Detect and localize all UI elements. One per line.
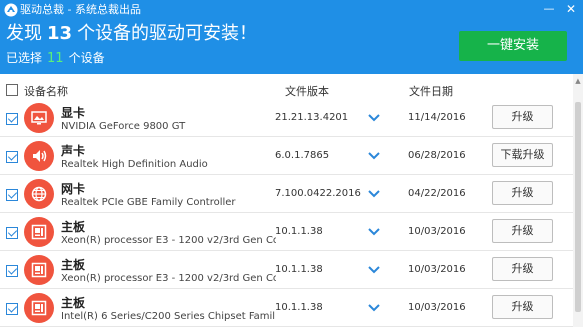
scroll-up-arrow-icon[interactable]: ▲ xyxy=(574,76,582,86)
device-category: 主板 xyxy=(61,296,86,310)
scroll-thumb[interactable] xyxy=(575,102,581,312)
vertical-scrollbar[interactable]: ▲ xyxy=(573,74,583,327)
row-checkbox[interactable] xyxy=(6,151,18,163)
chevron-down-icon[interactable] xyxy=(367,303,381,313)
select-all-checkbox[interactable] xyxy=(6,84,18,96)
device-category: 声卡 xyxy=(61,144,86,158)
upgrade-button[interactable]: 升级 xyxy=(492,105,553,129)
row-checkbox[interactable] xyxy=(6,189,18,201)
selected-prefix: 已选择 xyxy=(6,51,43,65)
table-row: 主板 Xeon(R) processor E3 - 1200 v2/3rd Ge… xyxy=(0,214,573,251)
speaker-icon xyxy=(24,141,54,171)
monitor-icon xyxy=(24,103,54,133)
chevron-down-icon[interactable] xyxy=(367,189,381,199)
column-file-date: 文件日期 xyxy=(409,85,453,98)
motherboard-icon xyxy=(24,217,54,247)
upgrade-button[interactable]: 升级 xyxy=(492,219,553,243)
device-model: Xeon(R) processor E3 - 1200 v2/3rd Gen C… xyxy=(61,273,276,284)
headline-prefix: 发现 xyxy=(6,23,42,44)
file-date: 06/28/2016 xyxy=(408,150,466,161)
minimize-button[interactable]: — xyxy=(538,0,560,18)
device-category: 主板 xyxy=(61,220,86,234)
selected-summary: 已选择 11 个设备 xyxy=(6,49,105,68)
chevron-down-icon[interactable] xyxy=(367,113,381,123)
headline-suffix: 个设备的驱动可安装！ xyxy=(77,23,258,44)
motherboard-icon xyxy=(24,293,54,323)
device-model: NVIDIA GeForce 9800 GT xyxy=(61,121,186,132)
headline: 发现 13 个设备的驱动可安装！ xyxy=(6,21,257,47)
file-version: 10.1.1.38 xyxy=(275,226,323,237)
selected-suffix: 个设备 xyxy=(68,51,105,65)
upgrade-button[interactable]: 升级 xyxy=(492,257,553,281)
device-model: Realtek High Definition Audio xyxy=(61,159,208,170)
file-version: 21.21.13.4201 xyxy=(275,112,349,123)
table-row: 主板 Intel(R) 6 Series/C200 Series Chipset… xyxy=(0,290,573,327)
row-checkbox[interactable] xyxy=(6,303,18,315)
table-row: 显卡 NVIDIA GeForce 9800 GT 21.21.13.4201 … xyxy=(0,100,573,137)
driver-logo-icon xyxy=(4,3,18,17)
device-category: 主板 xyxy=(61,258,86,272)
column-device-name: 设备名称 xyxy=(24,85,68,98)
file-date: 04/22/2016 xyxy=(408,188,466,199)
device-count: 13 xyxy=(47,23,73,44)
device-list: 显卡 NVIDIA GeForce 9800 GT 21.21.13.4201 … xyxy=(0,100,573,327)
table-row: 声卡 Realtek High Definition Audio 6.0.1.7… xyxy=(0,138,573,175)
device-model: Intel(R) 6 Series/C200 Series Chipset Fa… xyxy=(61,311,276,322)
file-date: 10/03/2016 xyxy=(408,226,466,237)
file-version: 7.100.0422.2016 xyxy=(275,188,361,199)
chevron-down-icon[interactable] xyxy=(367,227,381,237)
chevron-down-icon[interactable] xyxy=(367,265,381,275)
table-row: 主板 Xeon(R) processor E3 - 1200 v2/3rd Ge… xyxy=(0,252,573,289)
file-date: 11/14/2016 xyxy=(408,112,466,123)
file-date: 10/03/2016 xyxy=(408,302,466,313)
upgrade-button[interactable]: 升级 xyxy=(492,295,553,319)
close-button[interactable]: ✕ xyxy=(560,0,582,18)
row-checkbox[interactable] xyxy=(6,265,18,277)
file-version: 10.1.1.38 xyxy=(275,264,323,275)
row-checkbox[interactable] xyxy=(6,227,18,239)
title-bar: 驱动总裁 - 系统总裁出品 — ✕ xyxy=(0,0,583,22)
device-category: 网卡 xyxy=(61,182,86,196)
device-category: 显卡 xyxy=(61,106,86,120)
device-model: Xeon(R) processor E3 - 1200 v2/3rd Gen C… xyxy=(61,235,276,246)
column-file-version: 文件版本 xyxy=(285,85,329,98)
table-row: 网卡 Realtek PCIe GBE Family Controller 7.… xyxy=(0,176,573,213)
header-banner: 驱动总裁 - 系统总裁出品 — ✕ 发现 13 个设备的驱动可安装！ 已选择 11 个设… xyxy=(0,0,583,74)
chevron-down-icon[interactable] xyxy=(367,151,381,161)
window-title: 驱动总裁 - 系统总裁出品 xyxy=(20,3,141,16)
globe-icon xyxy=(24,179,54,209)
file-version: 6.0.1.7865 xyxy=(275,150,330,161)
device-model: Realtek PCIe GBE Family Controller xyxy=(61,197,236,208)
file-date: 10/03/2016 xyxy=(408,264,466,275)
download-upgrade-button[interactable]: 下载升级 xyxy=(492,143,553,167)
file-version: 10.1.1.38 xyxy=(275,302,323,313)
row-checkbox[interactable] xyxy=(6,113,18,125)
column-header: 设备名称 文件版本 文件日期 xyxy=(0,80,573,100)
upgrade-button[interactable]: 升级 xyxy=(492,181,553,205)
one-click-install-button[interactable]: 一键安装 xyxy=(459,31,567,61)
selected-count: 11 xyxy=(47,51,64,66)
motherboard-icon xyxy=(24,255,54,285)
